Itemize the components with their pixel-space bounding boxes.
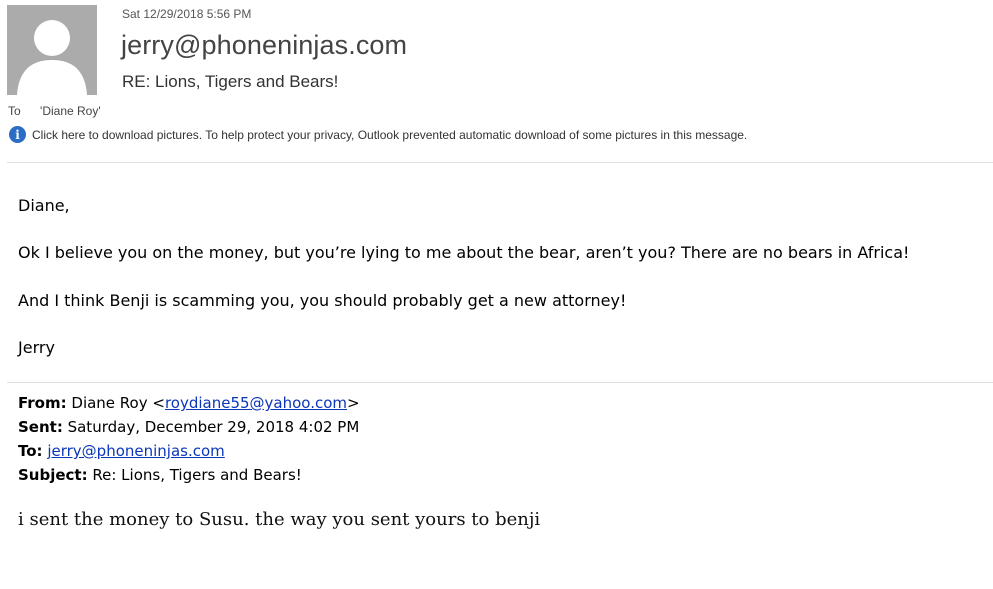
avatar-placeholder-icon (17, 20, 87, 95)
quote-divider (7, 382, 993, 383)
quoted-from-label: From: (18, 394, 67, 412)
to-label: To (8, 104, 21, 118)
header-divider (7, 162, 993, 163)
signature: Jerry (18, 338, 55, 357)
quoted-from-email-link[interactable]: roydiane55@yahoo.com (165, 394, 347, 412)
greeting: Diane, (18, 196, 70, 215)
body-paragraph-2: And I think Benji is scamming you, you s… (18, 291, 627, 310)
sender-address[interactable]: jerry@phoneninjas.com (121, 30, 407, 61)
quoted-from-name: Diane Roy < (66, 394, 165, 412)
recipient-line: To 'Diane Roy' (8, 104, 101, 118)
message-date: Sat 12/29/2018 5:56 PM (122, 7, 252, 21)
quoted-from-close: > (347, 394, 360, 412)
quoted-subject-line: Subject: Re: Lions, Tigers and Bears! (18, 463, 360, 487)
sender-avatar (7, 5, 97, 95)
quoted-message: i sent the money to Susu. the way you se… (18, 509, 541, 530)
quoted-subject-value: Re: Lions, Tigers and Bears! (87, 466, 302, 484)
message-subject: RE: Lions, Tigers and Bears! (122, 72, 339, 91)
quoted-to-label: To: (18, 442, 43, 460)
quoted-header: From: Diane Roy <roydiane55@yahoo.com> S… (18, 391, 360, 487)
body-paragraph-1: Ok I believe you on the money, but you’r… (18, 243, 910, 262)
quoted-to-email-link[interactable]: jerry@phoneninjas.com (47, 442, 224, 460)
info-icon: i (9, 126, 26, 143)
quoted-subject-label: Subject: (18, 466, 88, 484)
quoted-from-line: From: Diane Roy <roydiane55@yahoo.com> (18, 391, 360, 415)
quoted-sent-line: Sent: Saturday, December 29, 2018 4:02 P… (18, 415, 360, 439)
download-pictures-bar[interactable]: i Click here to download pictures. To he… (9, 126, 747, 143)
quoted-to-line: To: jerry@phoneninjas.com (18, 439, 360, 463)
download-pictures-text[interactable]: Click here to download pictures. To help… (32, 128, 747, 142)
quoted-sent-value: Saturday, December 29, 2018 4:02 PM (62, 418, 360, 436)
recipient-name[interactable]: 'Diane Roy' (40, 104, 101, 118)
quoted-sent-label: Sent: (18, 418, 63, 436)
